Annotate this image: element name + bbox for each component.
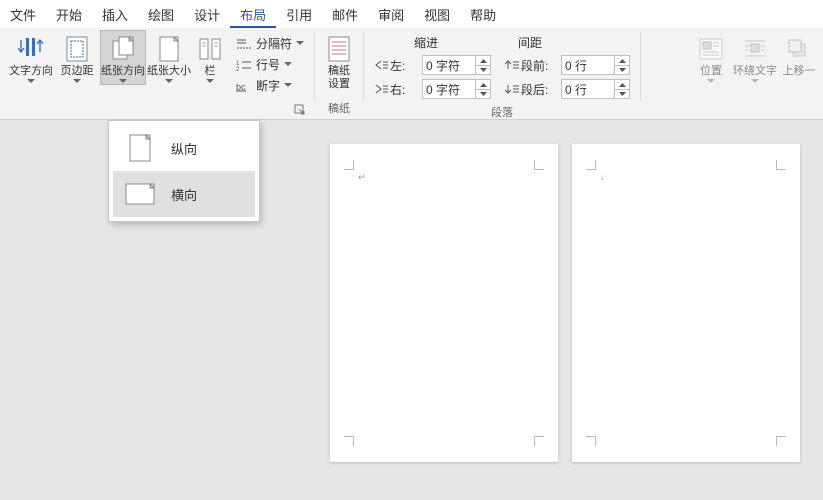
tab-layout[interactable]: 布局 bbox=[230, 0, 276, 28]
orientation-button[interactable]: 纸张方向 bbox=[100, 30, 146, 85]
indent-left-icon bbox=[374, 59, 388, 71]
landscape-page-icon bbox=[123, 179, 157, 209]
spacing-before-spinner[interactable] bbox=[561, 55, 630, 75]
indent-right-label: 右: bbox=[374, 81, 418, 98]
spin-down-icon[interactable] bbox=[615, 65, 629, 74]
indent-left-input[interactable] bbox=[423, 56, 475, 74]
spin-down-icon[interactable] bbox=[476, 89, 490, 98]
margins-icon bbox=[63, 35, 91, 63]
tab-draw[interactable]: 绘图 bbox=[138, 0, 184, 28]
spin-up-icon[interactable] bbox=[476, 80, 490, 89]
paragraph-mark-icon: ↵ bbox=[358, 172, 366, 183]
chevron-down-icon bbox=[206, 79, 214, 84]
svg-text:2: 2 bbox=[236, 67, 240, 71]
group-manuscript: 稿纸 设置 稿纸 bbox=[315, 28, 363, 119]
crop-mark-icon bbox=[344, 160, 354, 170]
orientation-menu: 纵向 横向 bbox=[108, 120, 260, 222]
spacing-before-input[interactable] bbox=[562, 56, 614, 74]
page-size-icon bbox=[155, 35, 183, 63]
group-paragraph: 缩进 间距 左: 段前: bbox=[364, 28, 640, 119]
chevron-down-icon bbox=[165, 79, 173, 84]
spacing-after-input[interactable] bbox=[562, 80, 614, 98]
spacing-before-icon bbox=[505, 59, 519, 71]
text-cursor-icon: ↓ bbox=[600, 172, 605, 182]
manuscript-settings-button[interactable]: 稿纸 设置 bbox=[319, 30, 359, 92]
text-direction-button[interactable]: 文字方向 bbox=[8, 30, 54, 85]
dialog-launcher-icon[interactable] bbox=[294, 104, 306, 116]
tab-home[interactable]: 开始 bbox=[46, 0, 92, 28]
chevron-down-icon bbox=[296, 41, 304, 46]
chevron-down-icon bbox=[284, 62, 292, 67]
orientation-portrait-item[interactable]: 纵向 bbox=[113, 125, 255, 171]
columns-button[interactable]: 栏 bbox=[192, 30, 228, 85]
group-page-setup: 文字方向 页边距 纸张方向 纸张大小 bbox=[0, 28, 314, 119]
crop-mark-icon bbox=[776, 436, 786, 446]
chevron-down-icon bbox=[73, 79, 81, 84]
chevron-down-icon bbox=[751, 79, 759, 84]
text-direction-icon bbox=[17, 35, 45, 63]
spin-up-icon[interactable] bbox=[476, 56, 490, 65]
tab-design[interactable]: 设计 bbox=[184, 0, 230, 28]
crop-mark-icon bbox=[776, 160, 786, 170]
wrap-text-button[interactable]: 环绕文字 bbox=[731, 30, 779, 85]
spin-down-icon[interactable] bbox=[615, 89, 629, 98]
page-1[interactable]: ↵ bbox=[330, 144, 558, 462]
page-2[interactable]: ↓ bbox=[572, 144, 800, 462]
tab-help[interactable]: 帮助 bbox=[460, 0, 506, 28]
wrap-text-icon bbox=[741, 35, 769, 63]
breaks-button[interactable]: 分隔符 bbox=[232, 34, 308, 53]
hyphenation-icon: bc bbox=[236, 79, 252, 93]
chevron-down-icon bbox=[27, 79, 35, 84]
indent-left-spinner[interactable] bbox=[422, 55, 491, 75]
spacing-after-label: 段后: bbox=[505, 81, 557, 98]
group-label-manuscript: 稿纸 bbox=[319, 99, 359, 119]
crop-mark-icon bbox=[586, 436, 596, 446]
orientation-landscape-item[interactable]: 横向 bbox=[113, 171, 255, 217]
crop-mark-icon bbox=[534, 436, 544, 446]
page-setup-small: 分隔符 12 行号 bc 断字 bbox=[228, 30, 310, 95]
chevron-down-icon bbox=[119, 79, 127, 84]
bring-forward-button[interactable]: 上移一 bbox=[779, 30, 819, 79]
tab-view[interactable]: 视图 bbox=[414, 0, 460, 28]
crop-mark-icon bbox=[534, 160, 544, 170]
spacing-heading: 间距 bbox=[518, 34, 542, 51]
spacing-after-icon bbox=[505, 83, 519, 95]
tab-file[interactable]: 文件 bbox=[0, 0, 46, 28]
chevron-down-icon bbox=[284, 83, 292, 88]
tab-references[interactable]: 引用 bbox=[276, 0, 322, 28]
spin-up-icon[interactable] bbox=[615, 56, 629, 65]
indent-right-icon bbox=[374, 83, 388, 95]
indent-heading: 缩进 bbox=[414, 34, 438, 51]
ribbon: 文字方向 页边距 纸张方向 纸张大小 bbox=[0, 28, 823, 120]
bring-forward-icon bbox=[785, 35, 813, 63]
position-icon bbox=[697, 35, 725, 63]
group-label-page-setup bbox=[8, 115, 310, 119]
tab-mailings[interactable]: 邮件 bbox=[322, 0, 368, 28]
ribbon-tabs: 文件 开始 插入 绘图 设计 布局 引用 邮件 审阅 视图 帮助 bbox=[0, 0, 823, 28]
group-arrange: 位置 环绕文字 上移一 bbox=[687, 28, 823, 119]
crop-mark-icon bbox=[586, 160, 596, 170]
manuscript-icon bbox=[325, 35, 353, 63]
line-numbers-button[interactable]: 12 行号 bbox=[232, 55, 308, 74]
portrait-page-icon bbox=[123, 133, 157, 163]
indent-right-spinner[interactable] bbox=[422, 79, 491, 99]
tab-review[interactable]: 审阅 bbox=[368, 0, 414, 28]
spin-up-icon[interactable] bbox=[615, 80, 629, 89]
spacing-before-label: 段前: bbox=[505, 57, 557, 74]
chevron-down-icon bbox=[707, 79, 715, 84]
tab-insert[interactable]: 插入 bbox=[92, 0, 138, 28]
margins-button[interactable]: 页边距 bbox=[54, 30, 100, 85]
breaks-icon bbox=[236, 37, 252, 51]
indent-left-label: 左: bbox=[374, 57, 418, 74]
spacing-after-spinner[interactable] bbox=[561, 79, 630, 99]
position-button[interactable]: 位置 bbox=[691, 30, 731, 85]
columns-icon bbox=[196, 35, 224, 63]
hyphenation-button[interactable]: bc 断字 bbox=[232, 76, 308, 95]
line-numbers-icon: 12 bbox=[236, 58, 252, 72]
spin-down-icon[interactable] bbox=[476, 65, 490, 74]
crop-mark-icon bbox=[344, 436, 354, 446]
indent-right-input[interactable] bbox=[423, 80, 475, 98]
size-button[interactable]: 纸张大小 bbox=[146, 30, 192, 85]
orientation-icon bbox=[109, 35, 137, 63]
